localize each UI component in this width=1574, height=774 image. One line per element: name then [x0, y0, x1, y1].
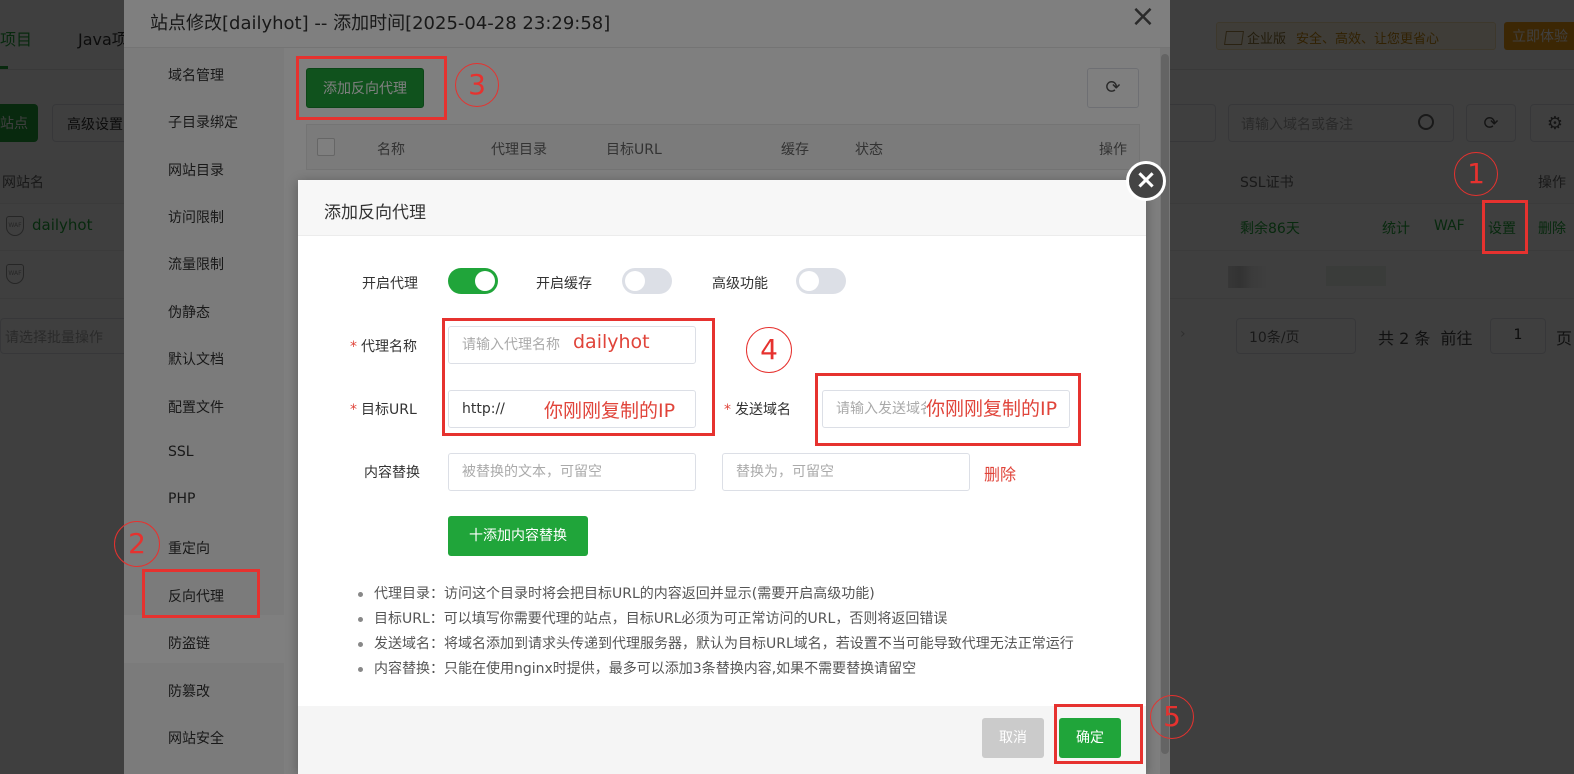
dialog-header: 添加反向代理	[298, 180, 1146, 236]
toggle-label-proxy: 开启代理	[362, 276, 418, 292]
highlight-settings	[1482, 200, 1528, 254]
note-item: 目标URL：可以填写你需要代理的站点，目标URL必须为可正常访问的URL，否则将…	[354, 607, 1134, 632]
step-1-marker: 1	[1454, 152, 1498, 196]
toggle-knob	[799, 271, 819, 291]
enable-proxy-toggle[interactable]	[448, 268, 498, 294]
note-item: 代理目录：访问这个目录时将会把目标URL的内容返回并显示(需要开启高级功能)	[354, 582, 1134, 607]
add-content-replace-button[interactable]: 十添加内容替换	[448, 516, 588, 556]
step-5-marker: 5	[1150, 695, 1194, 739]
dialog-title: 添加反向代理	[324, 203, 426, 223]
enable-cache-toggle[interactable]	[622, 268, 672, 294]
highlight-name-url	[442, 318, 715, 436]
proxy-name-label: * 代理名称	[350, 339, 417, 355]
highlight-add-proxy	[296, 56, 447, 120]
highlight-confirm	[1054, 704, 1143, 764]
delete-replace-link[interactable]: 删除	[984, 461, 1016, 485]
add-proxy-dialog: 添加反向代理 开启代理 开启缓存 高级功能 * 代理名称 请输入代理名称 dail…	[298, 180, 1146, 774]
advanced-toggle[interactable]	[796, 268, 846, 294]
help-notes: 代理目录：访问这个目录时将会把目标URL的内容返回并显示(需要开启高级功能) 目…	[354, 582, 1134, 682]
highlight-reverse-proxy	[142, 569, 260, 618]
cancel-button[interactable]: 取消	[982, 718, 1044, 758]
content-replace-label: 内容替换	[364, 465, 420, 481]
toggle-knob	[475, 271, 495, 291]
send-domain-label: * 发送域名	[724, 402, 791, 418]
highlight-send-domain	[815, 373, 1081, 446]
toggle-label-cache: 开启缓存	[536, 276, 592, 292]
note-item: 发送域名：将域名添加到请求头传递到代理服务器，默认为目标URL域名，若设置不当可…	[354, 632, 1134, 657]
step-4-marker: 4	[746, 327, 792, 373]
target-url-label: * 目标URL	[350, 402, 417, 418]
replace-to-input[interactable]: 替换为，可留空	[722, 453, 970, 491]
step-3-marker: 3	[455, 63, 499, 107]
toggle-knob	[625, 271, 645, 291]
close-icon[interactable]: ×	[1126, 161, 1166, 201]
replace-from-input[interactable]: 被替换的文本，可留空	[448, 453, 696, 491]
step-2-marker: 2	[114, 521, 160, 567]
toggle-label-advanced: 高级功能	[712, 276, 768, 292]
note-item: 内容替换：只能在使用nginx时提供，最多可以添加3条替换内容,如果不需要替换请…	[354, 657, 1134, 682]
